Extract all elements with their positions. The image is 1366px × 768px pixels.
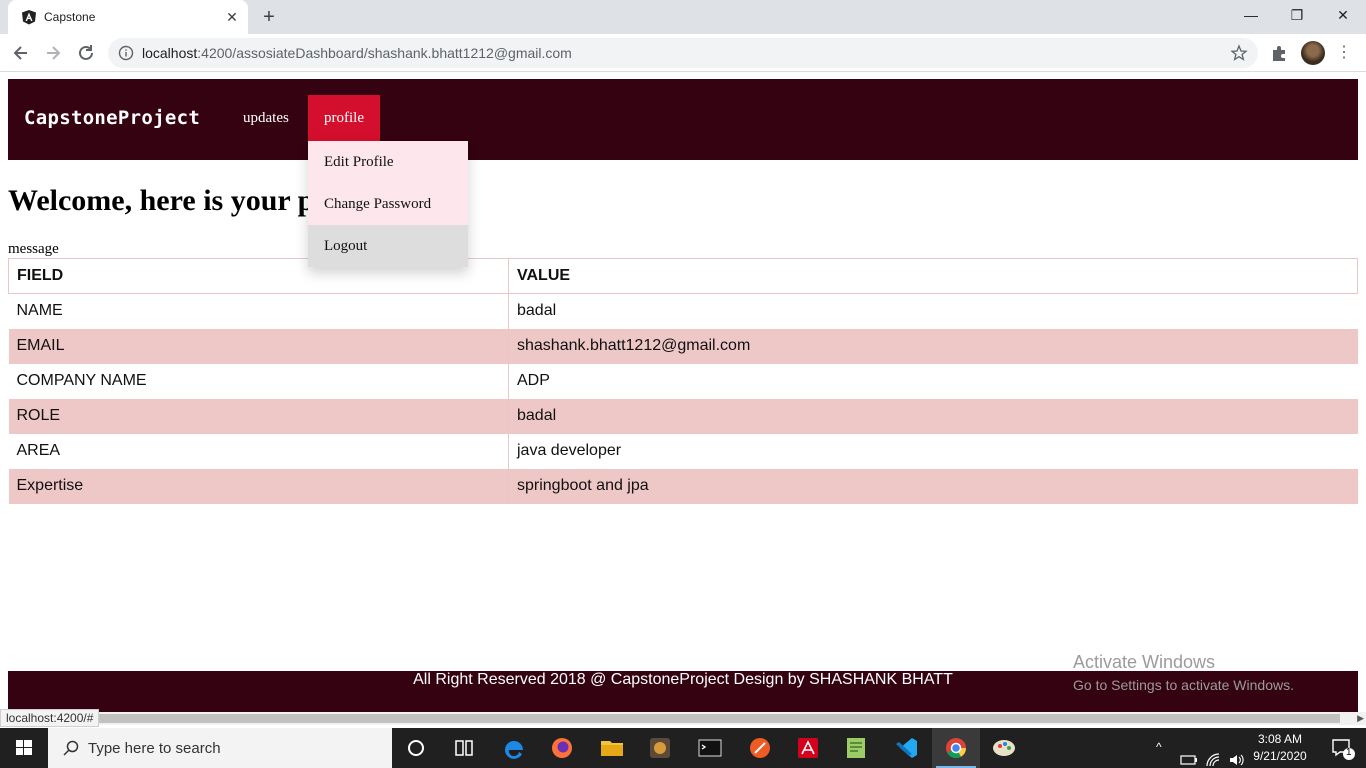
field-cell: COMPANY NAME bbox=[8, 363, 509, 399]
terminal-icon[interactable] bbox=[686, 728, 734, 768]
brand-logo[interactable]: CapstoneProject bbox=[24, 107, 200, 129]
clock-time: 3:08 AM bbox=[1257, 732, 1303, 746]
table-row: Expertise springboot and jpa bbox=[8, 468, 1358, 504]
wifi-icon[interactable] bbox=[1205, 740, 1221, 768]
table-row: NAME badal bbox=[8, 293, 1358, 329]
paint-icon[interactable] bbox=[980, 728, 1028, 768]
url-text[interactable]: localhost:4200/assosiateDashboard/shasha… bbox=[142, 45, 572, 61]
action-center-button[interactable]: 1 bbox=[1322, 728, 1362, 768]
scroll-right-icon[interactable]: ▶ bbox=[1357, 713, 1364, 724]
browser-tab-strip: Capstone ✕ + — ❐ ✕ bbox=[0, 0, 1366, 34]
table-row: COMPANY NAME ADP bbox=[8, 363, 1358, 399]
extensions-puzzle-icon[interactable] bbox=[1270, 44, 1288, 62]
table-row: EMAIL shashank.bhatt1212@gmail.com bbox=[8, 328, 1358, 364]
search-placeholder: Type here to search bbox=[88, 740, 221, 757]
system-clock[interactable]: 3:08 AM 9/21/2020 bbox=[1248, 731, 1312, 765]
activate-windows-watermark: Activate Windows Go to Settings to activ… bbox=[1073, 652, 1294, 693]
battery-icon[interactable] bbox=[1180, 740, 1198, 768]
field-cell: EMAIL bbox=[8, 328, 509, 364]
browser-tab[interactable]: Capstone ✕ bbox=[8, 0, 248, 34]
new-tab-icon[interactable]: + bbox=[258, 6, 280, 28]
site-navbar: CapstoneProject updates profile bbox=[8, 79, 1358, 160]
profile-avatar[interactable] bbox=[1301, 41, 1325, 65]
url-path: :4200/assosiateDashboard/shashank.bhatt1… bbox=[197, 45, 572, 61]
notification-icon bbox=[1332, 739, 1355, 760]
reload-icon[interactable] bbox=[73, 40, 99, 66]
game-app-icon[interactable] bbox=[636, 728, 684, 768]
table-row: AREA java developer bbox=[8, 433, 1358, 469]
tab-title: Capstone bbox=[44, 10, 96, 24]
minimize-icon[interactable]: — bbox=[1228, 0, 1274, 30]
chrome-taskbar-button[interactable] bbox=[932, 728, 980, 768]
acrobat-icon[interactable] bbox=[784, 728, 832, 768]
url-host: localhost bbox=[142, 45, 198, 61]
activate-title: Activate Windows bbox=[1073, 652, 1216, 672]
search-icon bbox=[63, 740, 79, 756]
value-cell: ADP bbox=[517, 372, 550, 389]
back-icon[interactable] bbox=[8, 40, 34, 66]
restore-icon[interactable]: ❐ bbox=[1274, 0, 1320, 30]
show-hidden-icons-chevron-icon[interactable]: ^ bbox=[1156, 740, 1162, 768]
windows-start-icon[interactable] bbox=[0, 728, 48, 768]
windows-taskbar: Type here to search ^ 3:08 AM 9/21/2020 … bbox=[0, 728, 1366, 768]
field-cell: ROLE bbox=[8, 398, 509, 434]
field-cell: AREA bbox=[8, 433, 509, 469]
taskbar-search-box[interactable]: Type here to search bbox=[48, 728, 392, 768]
value-cell: badal bbox=[517, 407, 557, 424]
value-cell: springboot and jpa bbox=[517, 477, 649, 494]
task-view-icon[interactable] bbox=[440, 728, 488, 768]
link-status-bubble: localhost:4200/# bbox=[0, 709, 100, 727]
clock-date: 9/21/2020 bbox=[1253, 749, 1307, 763]
menu-item-logout[interactable]: Logout bbox=[308, 225, 468, 267]
menu-item-edit-profile[interactable]: Edit Profile bbox=[308, 141, 468, 183]
edge-browser-icon[interactable] bbox=[490, 728, 538, 768]
scrollbar-thumb[interactable] bbox=[14, 714, 1340, 723]
profile-dropdown-menu: Edit Profile Change Password Logout bbox=[308, 141, 468, 267]
file-explorer-icon[interactable] bbox=[588, 728, 636, 768]
site-info-icon[interactable] bbox=[118, 45, 134, 61]
table-row: ROLE badal bbox=[8, 398, 1358, 434]
field-cell: NAME bbox=[8, 293, 509, 329]
field-cell: Expertise bbox=[8, 468, 509, 504]
horizontal-scrollbar[interactable]: ▶ bbox=[0, 712, 1366, 725]
value-cell: java developer bbox=[517, 442, 622, 459]
notification-count: 1 bbox=[1346, 747, 1352, 758]
message-text: message bbox=[8, 241, 59, 257]
value-cell: shashank.bhatt1212@gmail.com bbox=[517, 337, 751, 354]
table-header-row: FIELD VALUE bbox=[8, 258, 1358, 294]
page-viewport: CapstoneProject updates profile Edit Pro… bbox=[0, 72, 1366, 712]
browser-menu-icon[interactable]: ⋮ bbox=[1336, 43, 1352, 63]
browser-toolbar: localhost:4200/assosiateDashboard/shasha… bbox=[0, 34, 1366, 72]
activate-subtitle: Go to Settings to activate Windows. bbox=[1073, 677, 1294, 693]
close-tab-icon[interactable]: ✕ bbox=[224, 9, 240, 25]
value-cell: badal bbox=[517, 302, 557, 320]
nav-link-profile[interactable]: profile bbox=[308, 95, 380, 141]
address-bar[interactable]: localhost:4200/assosiateDashboard/shasha… bbox=[108, 38, 1258, 68]
firefox-icon[interactable] bbox=[538, 728, 586, 768]
chrome-icon bbox=[946, 738, 967, 759]
cortana-icon[interactable] bbox=[392, 728, 440, 768]
window-close-icon[interactable]: ✕ bbox=[1320, 0, 1366, 30]
volume-icon[interactable] bbox=[1228, 740, 1246, 768]
menu-item-change-password[interactable]: Change Password bbox=[308, 183, 468, 225]
profile-table: FIELD VALUE NAME badal EMAIL shashank.bh… bbox=[8, 258, 1358, 504]
nav-link-updates[interactable]: updates bbox=[227, 95, 305, 141]
notepad-plus-icon[interactable] bbox=[832, 728, 880, 768]
vscode-icon[interactable] bbox=[882, 728, 930, 768]
angular-favicon-icon bbox=[22, 10, 36, 25]
postman-icon[interactable] bbox=[736, 728, 784, 768]
forward-icon[interactable] bbox=[40, 40, 66, 66]
bookmark-star-icon[interactable] bbox=[1230, 44, 1248, 62]
header-value: VALUE bbox=[508, 258, 1358, 294]
